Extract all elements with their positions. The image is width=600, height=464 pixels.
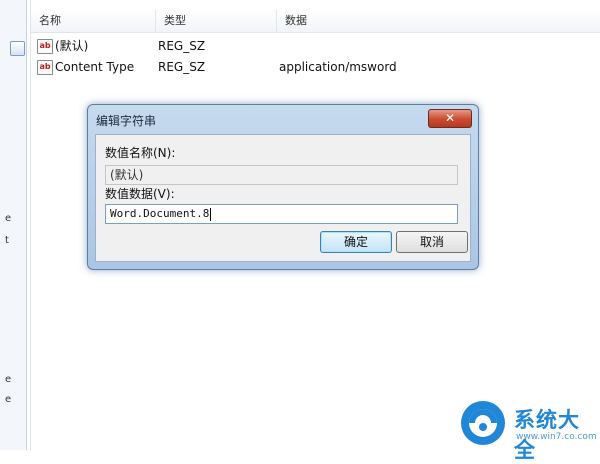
watermark-logo-icon: [461, 401, 505, 445]
list-header: 名称 类型 数据: [31, 10, 600, 33]
table-row[interactable]: ab (默认) REG_SZ: [31, 36, 600, 56]
value-type: REG_SZ: [158, 60, 206, 74]
tree-item-fragment[interactable]: t: [5, 235, 9, 246]
dialog-body: 数值名称(N): (默认) 数值数据(V): Word.Document.8 确…: [95, 134, 471, 262]
close-button[interactable]: ✕: [428, 109, 472, 128]
watermark-url: www.win7.co.com: [516, 432, 597, 442]
column-header-data[interactable]: 数据: [277, 10, 585, 32]
value-type: REG_SZ: [158, 39, 206, 53]
value-name-field: (默认): [105, 165, 458, 185]
column-header-type[interactable]: 类型: [156, 10, 277, 32]
string-value-icon: ab: [37, 60, 53, 75]
string-value-icon: ab: [37, 39, 53, 54]
dialog-title: 编辑字符串: [96, 114, 157, 128]
value-data: application/msword: [279, 60, 397, 74]
edit-string-dialog: 编辑字符串 ✕ 数值名称(N): (默认) 数值数据(V): Word.Docu…: [87, 104, 479, 270]
value-data-text: Word.Document.8: [110, 207, 210, 220]
value-name-label: 数值名称(N):: [105, 146, 176, 160]
tree-item-fragment[interactable]: e: [5, 394, 11, 405]
column-header-name[interactable]: 名称: [31, 10, 156, 32]
tree-item-fragment[interactable]: e: [5, 374, 11, 385]
table-row[interactable]: ab Content Type REG_SZ application/mswor…: [31, 57, 600, 77]
value-data-label: 数值数据(V):: [105, 187, 175, 201]
tree-node-icon[interactable]: [10, 41, 25, 56]
cancel-button[interactable]: 取消: [396, 231, 468, 253]
close-icon: ✕: [444, 111, 456, 125]
tree-item-fragment[interactable]: e: [5, 213, 11, 224]
value-name: (默认): [55, 39, 89, 53]
tree-pane[interactable]: e t e e: [0, 0, 27, 450]
value-name: Content Type: [55, 60, 135, 74]
value-data-input[interactable]: Word.Document.8: [105, 204, 458, 224]
text-caret: [210, 207, 212, 221]
ok-button[interactable]: 确定: [320, 231, 392, 253]
